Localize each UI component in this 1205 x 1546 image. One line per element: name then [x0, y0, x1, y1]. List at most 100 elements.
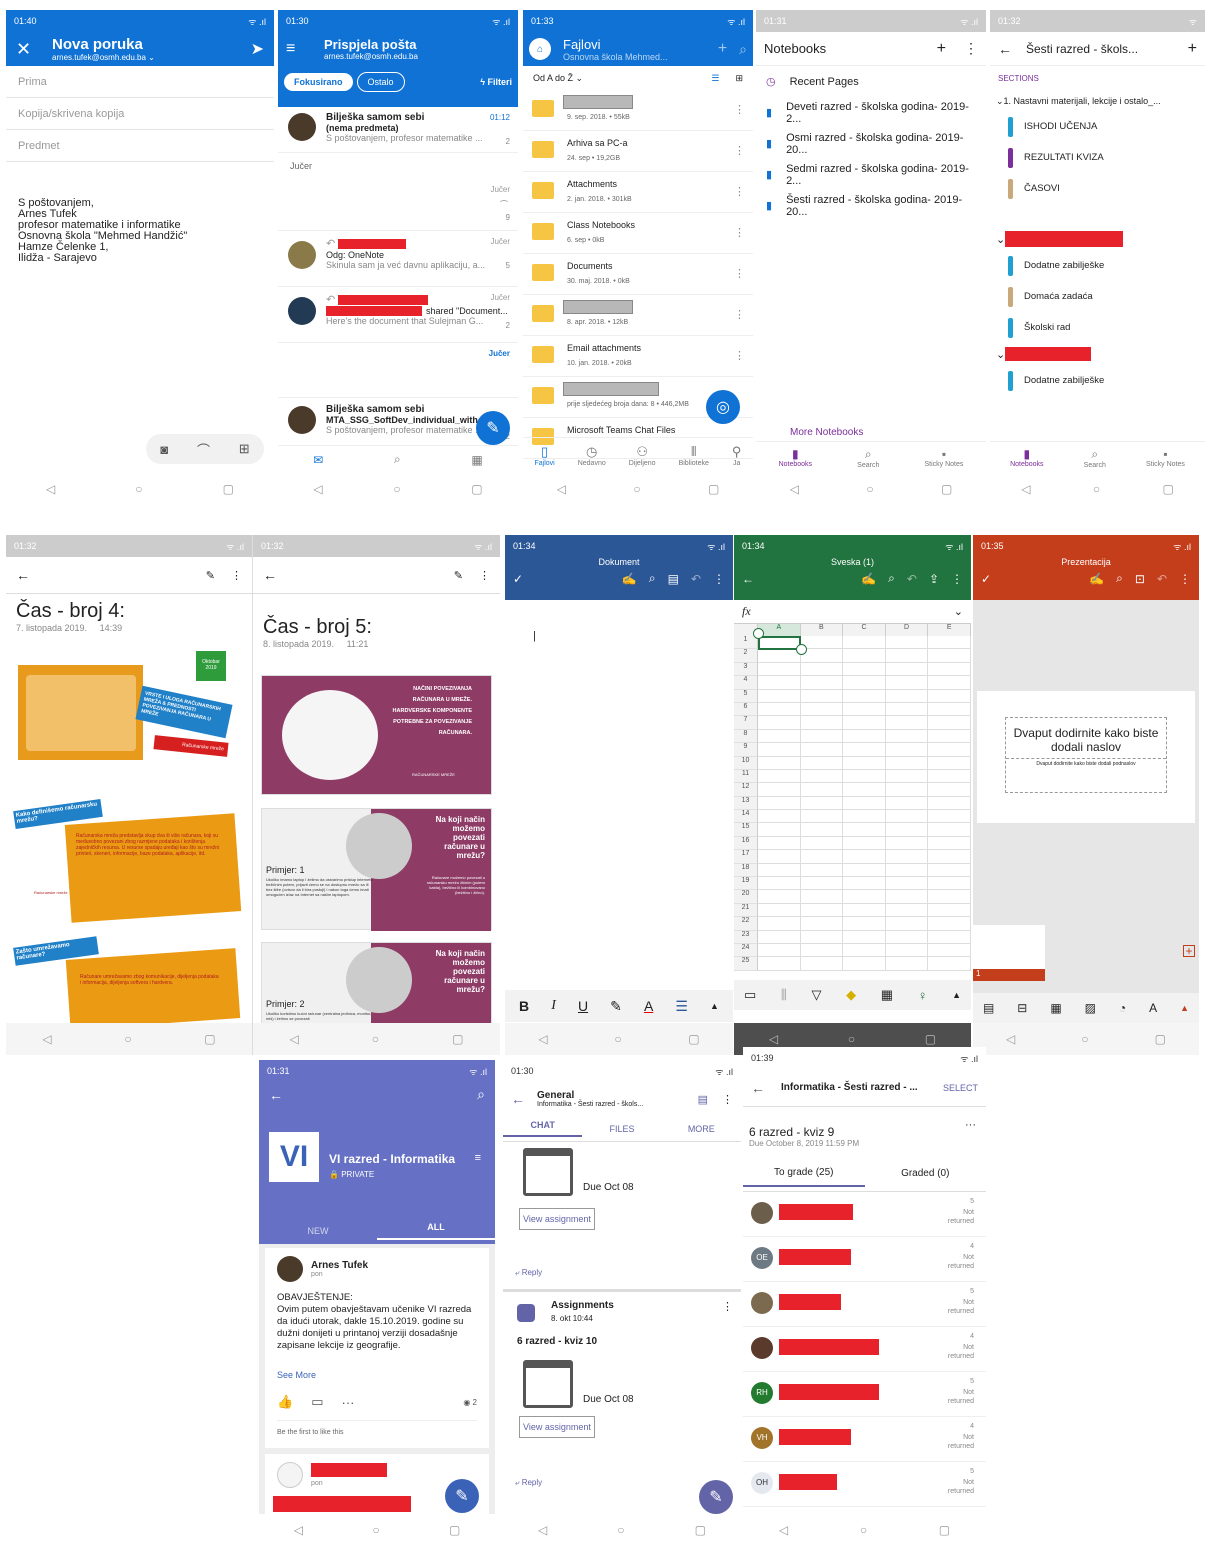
cell[interactable]	[885, 890, 929, 904]
view-assignment-button[interactable]: View assignment	[519, 1416, 595, 1438]
recents-icon[interactable]: ▢	[939, 1523, 950, 1537]
cell[interactable]	[800, 863, 844, 878]
tab-me[interactable]: ⚲ Ja	[732, 444, 742, 467]
cell[interactable]	[800, 649, 844, 663]
cell[interactable]	[800, 877, 844, 891]
mail-item[interactable]: Jučer ⌒ 9	[278, 179, 518, 231]
more-icon[interactable]: ⋮	[722, 1093, 733, 1106]
notebook-item[interactable]: ▮ Deveti razred - školska godina- 2019-2.…	[756, 97, 986, 128]
pen-icon[interactable]: ✎	[206, 569, 215, 582]
cell[interactable]	[928, 796, 971, 811]
recents-icon[interactable]: ▢	[941, 482, 952, 496]
back-icon[interactable]: ◁	[1021, 482, 1030, 496]
cell[interactable]	[800, 943, 844, 958]
section-item[interactable]: Dodatne zabilješke	[990, 365, 1205, 396]
back-arrow-icon[interactable]: ←	[751, 1080, 765, 1096]
bullets-icon[interactable]: ☰	[675, 998, 688, 1015]
picture-icon[interactable]: ▨	[1085, 1001, 1096, 1015]
more-icon[interactable]: ⋮	[734, 226, 745, 239]
cell[interactable]	[928, 636, 971, 650]
bold-button[interactable]: B	[519, 998, 529, 1014]
cell[interactable]	[928, 769, 971, 784]
selection-handle[interactable]	[753, 628, 764, 639]
cell[interactable]	[885, 850, 929, 864]
draw-icon[interactable]: ✍	[861, 572, 876, 586]
more-icon[interactable]: ⋮	[734, 185, 745, 198]
recents-icon[interactable]: ▢	[223, 482, 234, 496]
cell[interactable]	[928, 877, 971, 891]
present-icon[interactable]: ⊡	[1135, 572, 1145, 586]
selected-cell[interactable]	[758, 636, 801, 650]
cell[interactable]	[843, 796, 886, 811]
submission-row[interactable]: 5 Not returned	[743, 1282, 986, 1327]
cell[interactable]	[843, 783, 886, 797]
sort-dropdown[interactable]: Od A do Ž ⌄	[533, 73, 711, 84]
cell[interactable]	[758, 743, 801, 757]
cell[interactable]	[843, 850, 886, 864]
slide-thumbnail[interactable]: 1	[973, 925, 1045, 981]
cell[interactable]	[758, 796, 801, 811]
section-group[interactable]: ⌄ 1. Nastavni materijali, lekcije i ostal…	[990, 91, 1205, 111]
cell[interactable]	[928, 689, 971, 703]
recents-icon[interactable]: ▢	[695, 1523, 706, 1537]
cell[interactable]	[758, 850, 801, 864]
cell[interactable]	[885, 943, 929, 958]
recents-icon[interactable]: ▢	[1155, 1032, 1166, 1046]
spreadsheet-grid[interactable]: A B C D E 1 2 3 4 5 6 7 8 9 10 11 12 13 14 15 16 17 18 19 20 21 22…	[734, 624, 971, 980]
notebook-item[interactable]: ▮ Osmi razred - školska godina- 2019-20..…	[756, 128, 986, 159]
row-header[interactable]: 2	[734, 649, 758, 663]
file-row[interactable]: Class Notebooks 6. sep • 0kB ⋮	[523, 213, 753, 254]
more-icon[interactable]: ⋮	[1179, 572, 1191, 586]
cell[interactable]	[885, 636, 929, 650]
cell[interactable]	[800, 810, 844, 824]
recents-icon[interactable]: ▢	[1162, 482, 1173, 496]
more-icon[interactable]: ⋮	[734, 267, 745, 280]
cell[interactable]	[928, 676, 971, 690]
more-icon[interactable]: ⋮	[231, 569, 242, 582]
column-header[interactable]: E	[928, 624, 971, 636]
cell[interactable]	[800, 903, 844, 918]
tab-focused[interactable]: Fokusirano	[284, 73, 353, 91]
tab-more[interactable]: MORE	[662, 1124, 741, 1134]
mail-item[interactable]: ↶ Odg: OneNote Skinula sam ja već davnu …	[278, 231, 518, 287]
draw-icon[interactable]: ✍	[622, 572, 637, 586]
cell[interactable]	[800, 689, 844, 703]
cell[interactable]	[758, 957, 801, 971]
cell[interactable]	[928, 783, 971, 797]
recents-icon[interactable]: ▢	[452, 1032, 463, 1046]
more-icon[interactable]: ⋮	[734, 308, 745, 321]
more-icon[interactable]: ⋮	[734, 349, 745, 362]
cell[interactable]	[843, 810, 886, 824]
cell[interactable]	[885, 743, 929, 757]
layout-icon[interactable]: ▤	[983, 1001, 994, 1015]
cell[interactable]	[843, 756, 886, 770]
tab-search[interactable]: ⌕ Search	[857, 447, 879, 469]
file-row[interactable]: Attachments 2. jan. 2018. • 301kB ⋮	[523, 172, 753, 213]
tab-shared[interactable]: ⚇ Dijeljeno	[629, 444, 656, 467]
tab-recent[interactable]: ◷ Nedavno	[578, 444, 606, 467]
back-icon[interactable]: ◁	[779, 1523, 788, 1537]
cell[interactable]	[800, 917, 844, 931]
cell[interactable]	[843, 957, 886, 971]
cell[interactable]	[800, 890, 844, 904]
cell[interactable]	[928, 943, 971, 958]
cell[interactable]	[843, 702, 886, 717]
recents-icon[interactable]: ▢	[708, 482, 719, 496]
tab-search[interactable]: ⌕ Search	[1084, 447, 1106, 469]
cell[interactable]	[758, 649, 801, 663]
undo-icon[interactable]: ↶	[907, 572, 917, 586]
back-icon[interactable]: ◁	[294, 1523, 303, 1537]
chevron-down-icon[interactable]: ⌄	[954, 605, 963, 618]
row-header[interactable]: 17	[734, 850, 758, 864]
recents-icon[interactable]: ▢	[925, 1032, 936, 1046]
row-header[interactable]: 24	[734, 943, 758, 958]
cell[interactable]	[758, 662, 801, 677]
fill-color-icon[interactable]: ◆	[846, 987, 856, 1003]
to-field[interactable]: Prima	[6, 66, 274, 98]
tab-other[interactable]: Ostalo	[356, 72, 405, 92]
mail-icon[interactable]: ✉	[313, 453, 323, 467]
row-header[interactable]: 6	[734, 702, 758, 717]
cell[interactable]	[800, 676, 844, 690]
search-icon[interactable]: ⌕	[394, 452, 401, 467]
cell[interactable]	[800, 783, 844, 797]
